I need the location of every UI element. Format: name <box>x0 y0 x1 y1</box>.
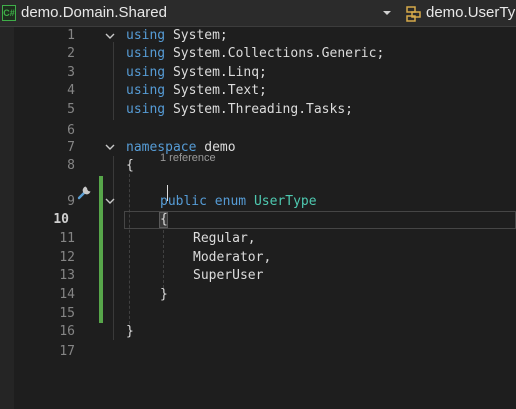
code-line[interactable]: SuperUser <box>193 267 263 285</box>
keyword: namespace <box>126 140 197 155</box>
line-number: 4 <box>67 83 75 98</box>
project-name: demo.Domain.Shared <box>21 4 167 21</box>
code-text: { <box>160 212 168 227</box>
code-line[interactable]: using System.Text; <box>126 82 267 100</box>
navigation-bar: C# demo.Domain.Shared demo.UserType <box>0 0 516 27</box>
text-caret <box>167 185 168 201</box>
project-dropdown[interactable]: C# demo.Domain.Shared <box>0 2 396 25</box>
code-line[interactable]: { <box>126 157 134 175</box>
type-name: UserType <box>253 194 317 209</box>
csharp-project-icon: C# <box>2 5 16 21</box>
code-text: } <box>126 324 134 339</box>
collapse-chevron-icon[interactable] <box>103 30 117 42</box>
code-line[interactable]: using System; <box>126 27 228 45</box>
code-text: System.Text; <box>165 83 267 98</box>
code-line[interactable]: using System.Linq; <box>126 64 267 82</box>
current-line-highlight <box>124 211 516 229</box>
keyword: using <box>126 28 166 43</box>
indent-guide <box>163 230 164 288</box>
line-number: 3 <box>67 65 75 80</box>
line-number: 9 <box>67 194 75 209</box>
code-text: } <box>160 287 168 302</box>
enum-member: Regular, <box>193 231 256 246</box>
class-type-icon <box>406 6 421 22</box>
code-text: demo <box>196 140 236 155</box>
code-text: System.Collections.Generic; <box>165 46 385 61</box>
type-dropdown[interactable]: demo.UserType <box>400 2 516 25</box>
collapse-chevron-icon[interactable] <box>103 141 117 153</box>
line-number: 14 <box>59 287 75 302</box>
code-line[interactable]: using System.Collections.Generic; <box>126 45 384 63</box>
line-number: 5 <box>67 102 75 117</box>
line-number: 2 <box>67 46 75 61</box>
code-text: { <box>126 158 134 173</box>
code-line[interactable]: } <box>126 323 134 341</box>
code-text: System.Threading.Tasks; <box>165 102 353 117</box>
code-line[interactable]: namespace demo <box>126 139 236 157</box>
code-line[interactable]: Regular, <box>193 230 256 248</box>
line-number: 7 <box>67 140 75 155</box>
code-line-current[interactable]: { <box>160 211 168 229</box>
line-number: 1 <box>67 28 75 43</box>
quick-actions-icon[interactable] <box>76 183 94 201</box>
type-name: demo.UserType <box>426 4 516 21</box>
enum-member: SuperUser <box>193 268 264 283</box>
code-text: System; <box>165 28 228 43</box>
indent-guide <box>129 174 130 324</box>
keyword: enum <box>214 194 247 209</box>
keyword: using <box>126 46 166 61</box>
keyword: using <box>126 102 166 117</box>
chevron-down-icon[interactable] <box>382 6 392 20</box>
code-line[interactable]: } <box>160 286 168 304</box>
collapse-chevron-icon[interactable] <box>103 195 117 207</box>
indent-guide <box>113 156 114 340</box>
left-margin <box>0 27 14 409</box>
line-number: 15 <box>59 306 75 321</box>
keyword: using <box>126 65 166 80</box>
keyword: using <box>126 83 166 98</box>
line-number: 13 <box>59 268 75 283</box>
code-text: System.Linq; <box>165 65 267 80</box>
indent-guide <box>113 42 114 120</box>
line-number: 8 <box>67 158 75 173</box>
line-number: 16 <box>59 324 75 339</box>
code-line[interactable]: Moderator, <box>193 249 271 267</box>
enum-member: Moderator, <box>193 250 272 265</box>
code-line[interactable]: using System.Threading.Tasks; <box>126 101 353 119</box>
line-number-active: 10 <box>53 212 69 227</box>
line-number: 17 <box>59 344 75 359</box>
line-number: 6 <box>67 123 75 138</box>
line-number: 12 <box>59 250 75 265</box>
code-line[interactable]: public enum UserType <box>160 193 317 211</box>
line-number: 11 <box>59 231 75 246</box>
